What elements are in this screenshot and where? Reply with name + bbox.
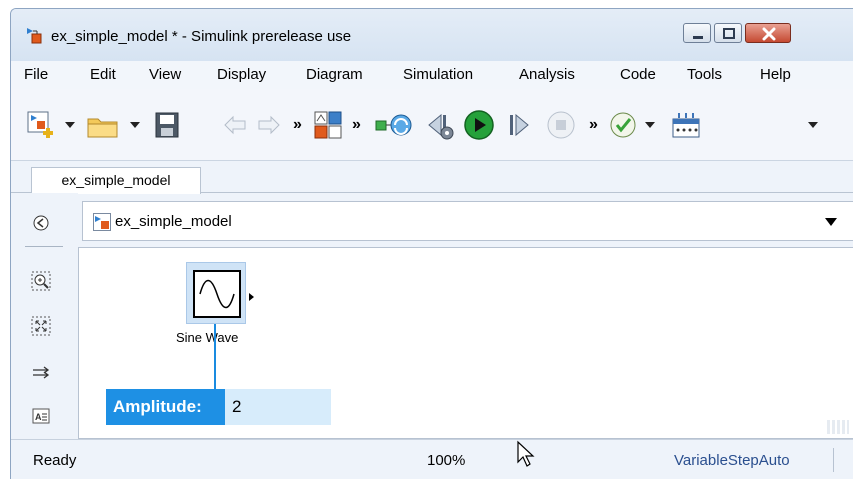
sine-wave-block[interactable] xyxy=(186,262,254,324)
left-palette: A xyxy=(11,193,78,439)
amplitude-label: Amplitude: xyxy=(106,389,225,425)
stop-icon xyxy=(547,111,575,139)
toolbar-overflow-chevron-2[interactable]: » xyxy=(352,116,361,134)
zoom-in-icon[interactable] xyxy=(30,270,52,292)
model-icon xyxy=(93,213,111,231)
maximize-icon xyxy=(723,28,735,39)
window-title: ex_simple_model * - Simulink prerelease … xyxy=(51,28,352,45)
new-model-button[interactable] xyxy=(25,109,57,145)
toolbar-overflow-chevron-3[interactable]: » xyxy=(589,116,598,134)
run-icon xyxy=(464,110,494,140)
title-bar: ex_simple_model * - Simulink prerelease … xyxy=(11,9,853,61)
toolbar: » » » xyxy=(11,89,853,161)
model-path: ex_simple_model xyxy=(115,213,232,230)
library-browser-icon xyxy=(314,111,342,139)
status-separator xyxy=(833,448,834,472)
new-model-icon xyxy=(27,111,53,138)
parameter-callout-line xyxy=(214,324,216,390)
menu-help[interactable]: Help xyxy=(760,66,791,83)
canvas-scroll-grip[interactable] xyxy=(827,420,849,434)
sine-wave-block-label[interactable]: Sine Wave xyxy=(176,330,238,345)
forward-button[interactable] xyxy=(255,109,283,145)
simulink-app-icon xyxy=(27,28,42,44)
palette-separator xyxy=(25,246,63,247)
menu-display[interactable]: Display xyxy=(217,66,266,83)
address-dropdown-arrow[interactable] xyxy=(825,218,837,226)
close-icon xyxy=(762,27,776,41)
output-port[interactable] xyxy=(249,293,254,301)
model-advisor-dropdown[interactable] xyxy=(645,122,655,128)
model-canvas[interactable]: Sine Wave Amplitude: 2 xyxy=(78,247,853,439)
open-dropdown[interactable] xyxy=(130,122,140,128)
save-icon xyxy=(155,112,179,138)
model-advisor-icon xyxy=(610,112,636,138)
close-button[interactable] xyxy=(745,23,791,43)
save-button[interactable] xyxy=(152,109,182,145)
model-browser-address-bar[interactable]: ex_simple_model xyxy=(82,201,853,241)
menu-view[interactable]: View xyxy=(149,66,181,83)
menu-diagram[interactable]: Diagram xyxy=(306,66,363,83)
menu-code[interactable]: Code xyxy=(620,66,656,83)
menu-file[interactable]: File xyxy=(24,66,48,83)
step-back-icon xyxy=(428,113,454,140)
simulation-data-button[interactable] xyxy=(669,109,707,145)
open-button[interactable] xyxy=(85,109,121,145)
tab-strip: ex_simple_model xyxy=(11,161,853,194)
hide-browser-icon[interactable] xyxy=(30,212,52,234)
run-button[interactable] xyxy=(463,109,497,145)
fit-to-view-icon[interactable] xyxy=(30,315,52,337)
tab-ex-simple-model[interactable]: ex_simple_model xyxy=(31,167,201,194)
mouse-cursor-icon xyxy=(517,440,535,467)
menu-analysis[interactable]: Analysis xyxy=(519,66,575,83)
sine-wave-block-body[interactable] xyxy=(193,270,241,318)
status-ready: Ready xyxy=(33,452,77,469)
simulink-window: ex_simple_model * - Simulink prerelease … xyxy=(10,8,853,479)
menu-tools[interactable]: Tools xyxy=(687,66,722,83)
back-button[interactable] xyxy=(221,109,249,145)
stop-button[interactable] xyxy=(545,109,577,145)
step-back-button[interactable] xyxy=(423,109,457,145)
step-forward-icon xyxy=(510,113,529,137)
simulation-data-icon xyxy=(672,113,700,138)
toolbar-overflow-chevron[interactable]: » xyxy=(293,116,302,134)
svg-text:A: A xyxy=(35,412,42,422)
model-advisor-button[interactable] xyxy=(607,109,639,145)
forward-arrow-icon xyxy=(258,115,280,135)
sine-wave-icon xyxy=(199,279,235,309)
back-arrow-icon xyxy=(224,115,246,135)
open-folder-icon xyxy=(87,118,118,138)
new-model-dropdown[interactable] xyxy=(65,122,75,128)
update-diagram-icon xyxy=(375,114,412,136)
menu-bar: File Edit View Display Diagram Simulatio… xyxy=(11,61,853,89)
minimize-button[interactable] xyxy=(683,23,711,43)
status-zoom: 100% xyxy=(427,452,466,469)
library-browser-button[interactable] xyxy=(312,109,346,145)
parameter-editor[interactable]: Amplitude: 2 xyxy=(106,389,331,425)
minimize-icon xyxy=(693,36,703,39)
update-diagram-button[interactable] xyxy=(374,109,414,145)
menu-simulation[interactable]: Simulation xyxy=(403,66,473,83)
simulation-data-dropdown[interactable] xyxy=(808,122,818,128)
status-bar: Ready 100% VariableStepAuto xyxy=(11,439,853,479)
maximize-button[interactable] xyxy=(714,23,742,43)
menu-edit[interactable]: Edit xyxy=(90,66,116,83)
status-solver[interactable]: VariableStepAuto xyxy=(674,452,790,469)
amplitude-value[interactable]: 2 xyxy=(232,389,241,425)
route-lines-icon[interactable] xyxy=(30,361,52,383)
step-forward-button[interactable] xyxy=(505,109,535,145)
annotation-icon[interactable]: A xyxy=(30,405,52,427)
